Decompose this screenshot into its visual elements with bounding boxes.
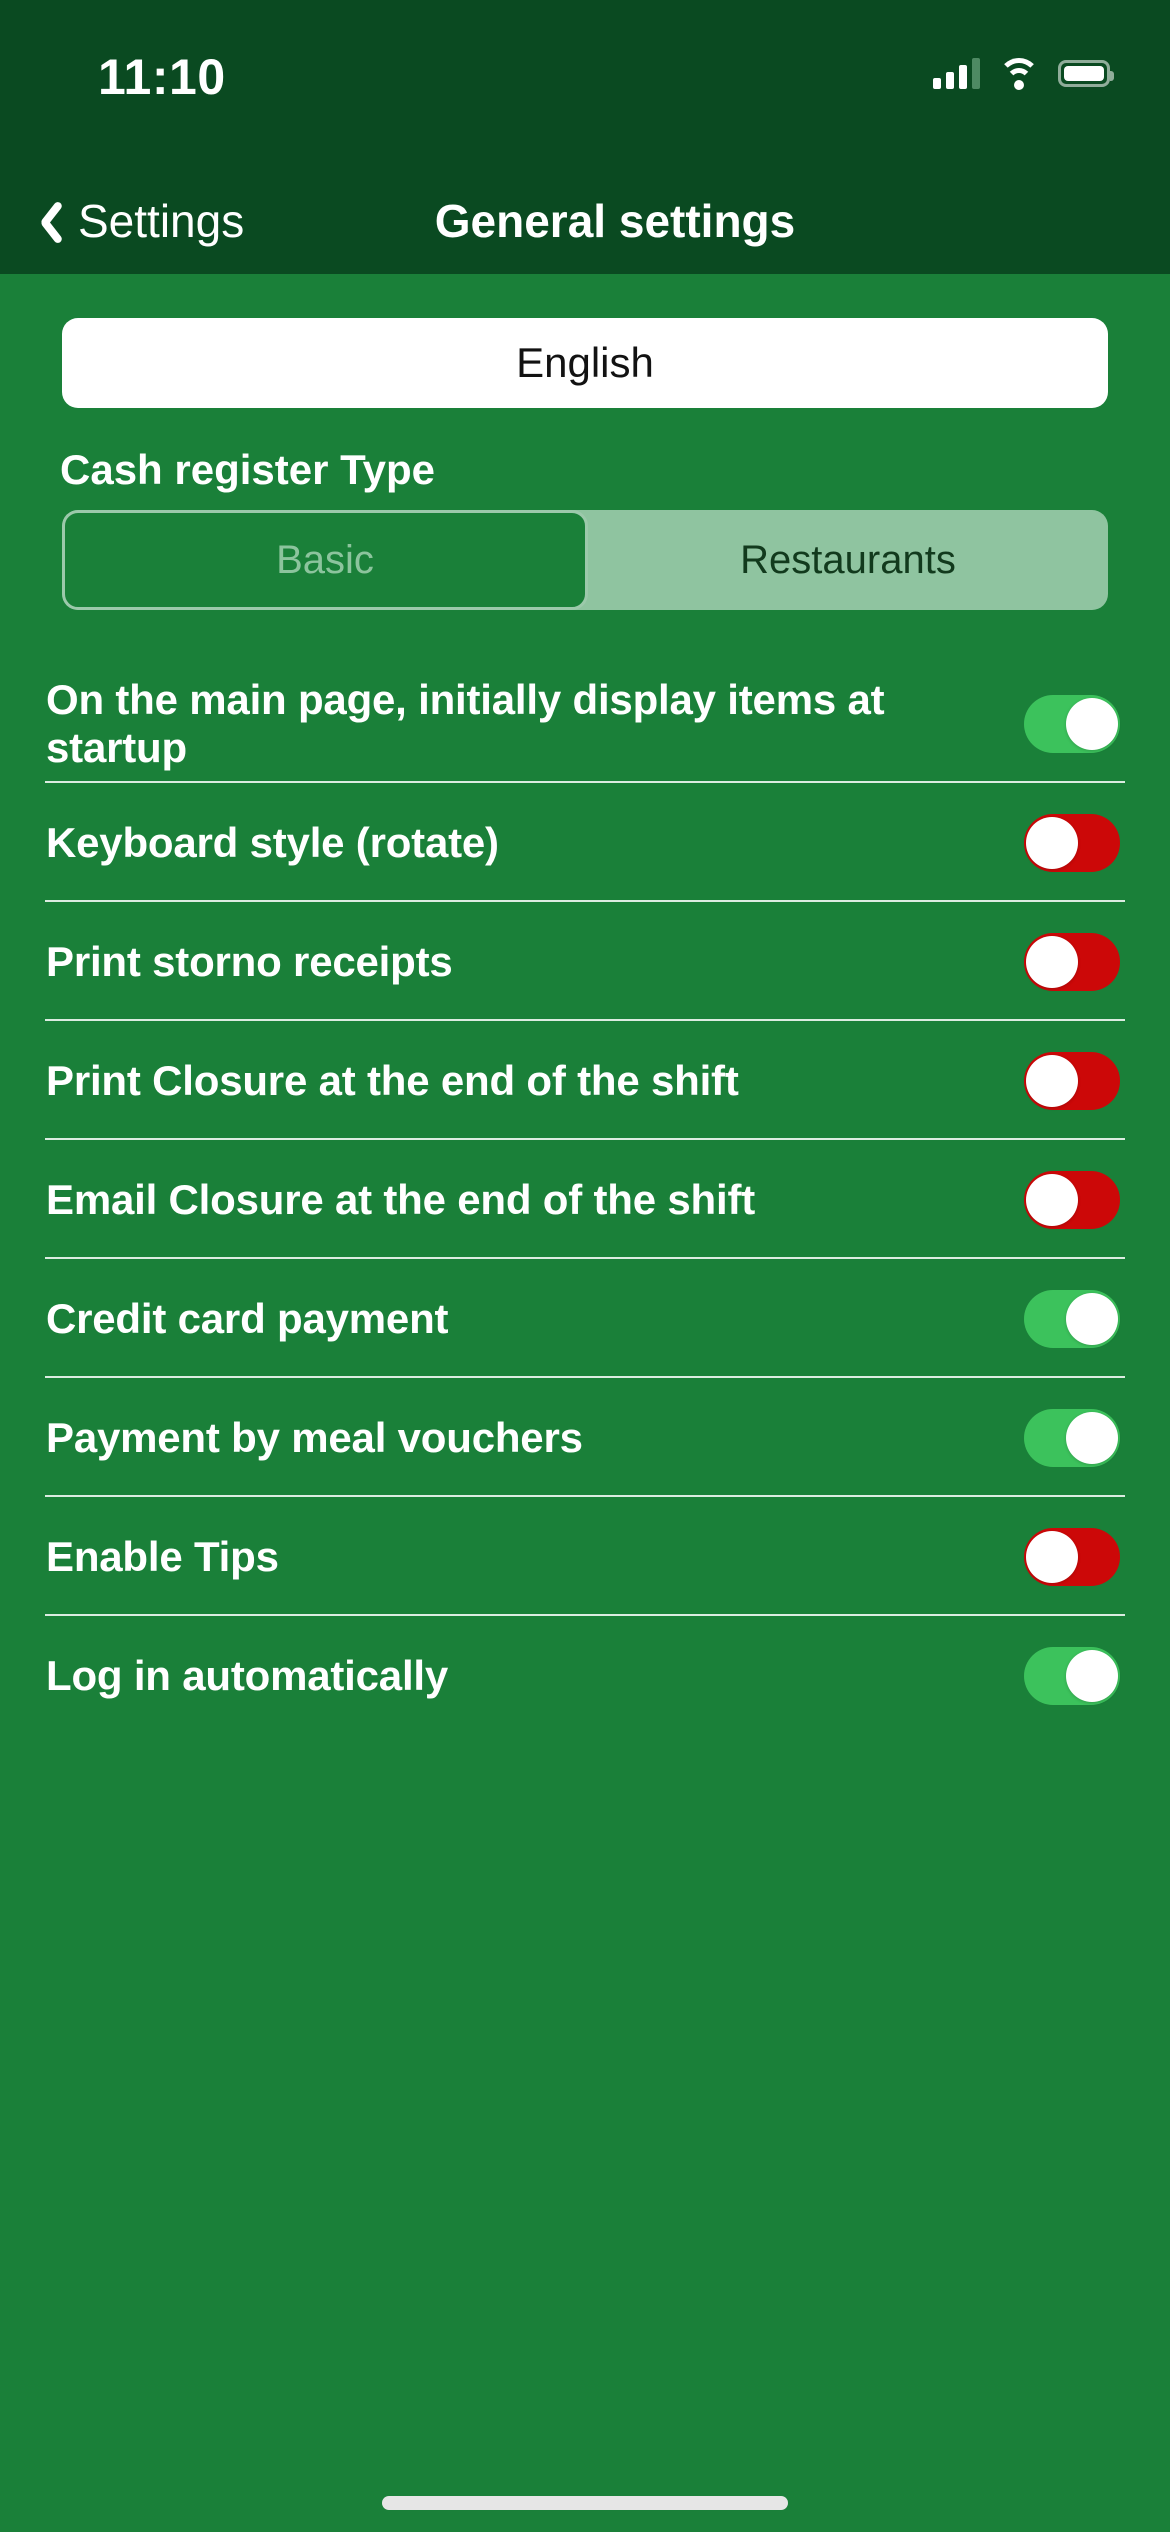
segment-basic[interactable]: Basic bbox=[62, 510, 588, 610]
toggle-knob bbox=[1026, 816, 1078, 869]
toggle-credit-card-payment[interactable] bbox=[1024, 1289, 1120, 1348]
setting-row-label: Print Closure at the end of the shift bbox=[46, 1056, 739, 1104]
status-bar-indicators bbox=[933, 50, 1114, 96]
setting-row-enable-tips[interactable]: Enable Tips bbox=[0, 1497, 1170, 1616]
segment-restaurants[interactable]: Restaurants bbox=[588, 510, 1108, 610]
status-bar: 11:10 bbox=[0, 0, 1170, 168]
cash-register-type-label: Cash register Type bbox=[60, 446, 436, 493]
toggle-keyboard-style[interactable] bbox=[1024, 813, 1120, 872]
toggle-knob bbox=[1026, 1054, 1078, 1107]
setting-row-keyboard-style[interactable]: Keyboard style (rotate) bbox=[0, 783, 1170, 902]
toggle-payment-by-meal-vouchers[interactable] bbox=[1024, 1408, 1120, 1467]
chevron-left-icon bbox=[34, 197, 62, 245]
toggle-knob bbox=[1066, 1411, 1118, 1464]
setting-row-label: Keyboard style (rotate) bbox=[46, 818, 499, 866]
setting-row-print-storno-receipts[interactable]: Print storno receipts bbox=[0, 902, 1170, 1021]
setting-row-label: Email Closure at the end of the shift bbox=[46, 1175, 756, 1223]
toggle-log-in-automatically[interactable] bbox=[1024, 1646, 1120, 1705]
setting-row-log-in-automatically[interactable]: Log in automatically bbox=[0, 1616, 1170, 1735]
language-selector[interactable]: English bbox=[62, 318, 1108, 408]
setting-row-email-closure-end-of-shift[interactable]: Email Closure at the end of the shift bbox=[0, 1140, 1170, 1259]
navigation-bar: General settings Settings bbox=[0, 168, 1170, 274]
setting-row-print-closure-end-of-shift[interactable]: Print Closure at the end of the shift bbox=[0, 1021, 1170, 1140]
toggle-knob bbox=[1066, 697, 1118, 750]
setting-row-label: Enable Tips bbox=[46, 1532, 279, 1580]
signal-bars-icon bbox=[933, 57, 980, 89]
cash-register-type-segmented-control[interactable]: Basic Restaurants bbox=[62, 510, 1108, 610]
setting-row-display-items-at-startup[interactable]: On the main page, initially display item… bbox=[0, 664, 1170, 783]
battery-icon bbox=[1058, 59, 1114, 87]
setting-row-label: On the main page, initially display item… bbox=[46, 676, 885, 771]
toggle-knob bbox=[1026, 1530, 1078, 1583]
toggle-enable-tips[interactable] bbox=[1024, 1527, 1120, 1586]
back-button-label: Settings bbox=[78, 195, 245, 247]
toggle-print-storno-receipts[interactable] bbox=[1024, 932, 1120, 991]
settings-rows-list: On the main page, initially display item… bbox=[0, 664, 1170, 1735]
phone-screen: 11:10 General settings Settings English … bbox=[0, 0, 1170, 2532]
toggle-knob bbox=[1066, 1292, 1118, 1345]
toggle-display-items-at-startup[interactable] bbox=[1024, 694, 1120, 753]
setting-row-label: Print storno receipts bbox=[46, 937, 453, 985]
back-button[interactable]: Settings bbox=[22, 168, 256, 274]
setting-row-label: Credit card payment bbox=[46, 1294, 449, 1342]
status-bar-clock: 11:10 bbox=[98, 49, 226, 105]
toggle-knob bbox=[1066, 1649, 1118, 1702]
setting-row-credit-card-payment[interactable]: Credit card payment bbox=[0, 1259, 1170, 1378]
toggle-email-closure-end-of-shift[interactable] bbox=[1024, 1170, 1120, 1229]
home-indicator[interactable] bbox=[382, 2496, 788, 2510]
toggle-print-closure-end-of-shift[interactable] bbox=[1024, 1051, 1120, 1110]
toggle-knob bbox=[1026, 1173, 1078, 1226]
setting-row-label: Log in automatically bbox=[46, 1651, 449, 1699]
setting-row-label: Payment by meal vouchers bbox=[46, 1413, 583, 1461]
setting-row-payment-by-meal-vouchers[interactable]: Payment by meal vouchers bbox=[0, 1378, 1170, 1497]
toggle-knob bbox=[1026, 935, 1078, 988]
wifi-icon bbox=[998, 57, 1040, 90]
